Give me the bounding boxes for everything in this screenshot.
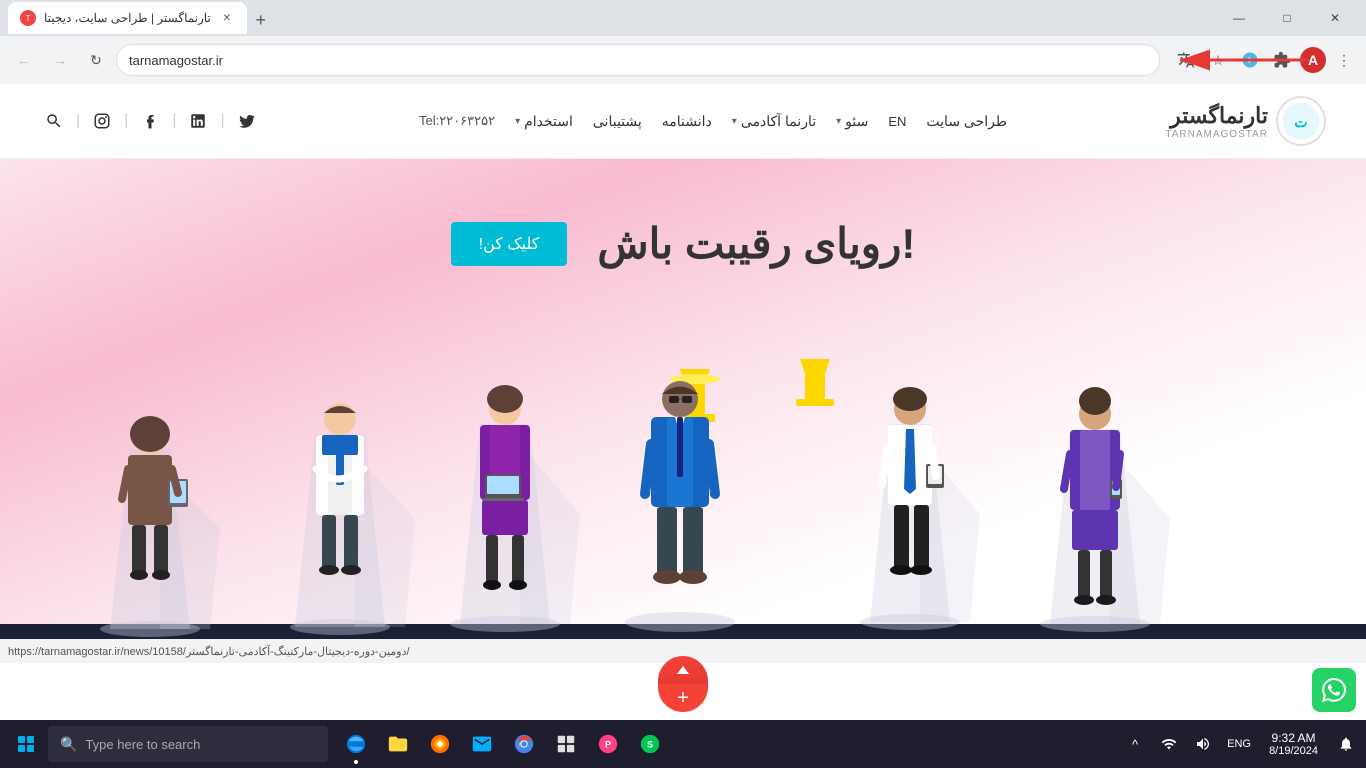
search-icon[interactable] bbox=[40, 107, 68, 135]
nav-item-seo[interactable]: سئو ▾ bbox=[836, 113, 868, 130]
website-content: ت تارنماگستر TARNAMAGOSTAR طراحی سایت EN bbox=[0, 84, 1366, 639]
instagram-icon[interactable] bbox=[88, 107, 116, 135]
browser-window: T تارنماگستر | طراحی سایت، دیجیتا ✕ + — … bbox=[0, 0, 1366, 720]
main-navigation: طراحی سایت EN سئو ▾ تارنما آکادمی ▾ دانش… bbox=[419, 113, 1007, 130]
nav-item-support[interactable]: پشتیبانی bbox=[593, 113, 642, 130]
windows-logo bbox=[18, 736, 34, 752]
volume-icon[interactable] bbox=[1187, 722, 1219, 766]
hero-characters-svg bbox=[0, 359, 1366, 639]
taskbar-app6-icon[interactable] bbox=[546, 722, 586, 766]
taskbar-app7-icon[interactable]: P bbox=[588, 722, 628, 766]
clock-time: 9:32 AM bbox=[1272, 731, 1316, 745]
title-bar: T تارنماگستر | طراحی سایت، دیجیتا ✕ + — … bbox=[0, 0, 1366, 36]
active-tab[interactable]: T تارنماگستر | طراحی سایت، دیجیتا ✕ bbox=[8, 2, 247, 34]
forward-button[interactable]: → bbox=[44, 44, 76, 76]
taskbar-files-icon[interactable] bbox=[378, 722, 418, 766]
address-bar-row: ← → ↻ bbox=[0, 36, 1366, 84]
system-tray: ^ ENG bbox=[1119, 722, 1257, 766]
nav-item-academy[interactable]: تارنما آکادمی ▾ bbox=[732, 113, 816, 130]
social-divider-1: | bbox=[220, 112, 224, 130]
page-wrapper: T تارنماگستر | طراحی سایت، دیجیتا ✕ + — … bbox=[0, 0, 1366, 768]
tab-title: تارنماگستر | طراحی سایت، دیجیتا bbox=[44, 11, 211, 25]
search-placeholder-text: Type here to search bbox=[85, 737, 200, 752]
social-divider-2: | bbox=[172, 112, 176, 130]
taskbar-mail-icon[interactable] bbox=[462, 722, 502, 766]
nav-item-jobs[interactable]: استخدام ▾ bbox=[515, 113, 573, 130]
back-button[interactable]: ← bbox=[8, 44, 40, 76]
logo-text-en: TARNAMAGOSTAR bbox=[1165, 129, 1268, 140]
tab-area: T تارنماگستر | طراحی سایت، دیجیتا ✕ + bbox=[8, 2, 1208, 34]
reload-button[interactable]: ↻ bbox=[80, 44, 112, 76]
clock-date: 8/19/2024 bbox=[1269, 745, 1318, 757]
taskbar-right-area: ^ ENG 9:32 AM 8/19/2024 bbox=[1119, 722, 1362, 766]
logo-text-fa: تارنماگستر bbox=[1165, 103, 1268, 129]
svg-text:ت: ت bbox=[1294, 114, 1307, 130]
hero-cta-button[interactable]: کلیک کن! bbox=[451, 222, 568, 266]
taskbar-chrome-icon[interactable] bbox=[504, 722, 544, 766]
social-divider-3: | bbox=[124, 112, 128, 130]
tab-close-button[interactable]: ✕ bbox=[219, 10, 235, 26]
social-icons: | | | bbox=[40, 107, 261, 135]
language-indicator[interactable]: ENG bbox=[1221, 722, 1257, 766]
address-bar-input[interactable] bbox=[116, 44, 1160, 76]
facebook-icon[interactable] bbox=[136, 107, 164, 135]
close-button[interactable]: ✕ bbox=[1312, 0, 1358, 36]
system-clock[interactable]: 9:32 AM 8/19/2024 bbox=[1261, 722, 1326, 766]
logo-icon: ت bbox=[1276, 96, 1326, 146]
social-divider-4: | bbox=[76, 112, 80, 130]
whatsapp-button[interactable] bbox=[1312, 668, 1356, 712]
hero-tagline: !رویای رقیبت باش bbox=[597, 219, 915, 268]
show-hidden-icons[interactable]: ^ bbox=[1119, 722, 1151, 766]
nav-item-webdesign[interactable]: طراحی سایت bbox=[926, 113, 1007, 130]
notification-button[interactable] bbox=[1330, 722, 1362, 766]
minimize-button[interactable]: — bbox=[1216, 0, 1262, 36]
nav-menu-list: طراحی سایت EN سئو ▾ تارنما آکادمی ▾ دانش… bbox=[419, 113, 1007, 130]
linkedin-icon[interactable] bbox=[184, 107, 212, 135]
windows-taskbar: 🔍 Type here to search bbox=[0, 720, 1366, 768]
network-icon[interactable] bbox=[1153, 722, 1185, 766]
browser-menu-button[interactable]: ⋮ bbox=[1330, 46, 1358, 74]
address-bar-container bbox=[116, 44, 1160, 76]
tab-favicon: T bbox=[20, 10, 36, 26]
seo-dropdown-arrow: ▾ bbox=[836, 116, 841, 127]
window-controls: — □ ✕ bbox=[1216, 0, 1358, 36]
search-icon-taskbar: 🔍 bbox=[60, 736, 77, 753]
site-logo[interactable]: ت تارنماگستر TARNAMAGOSTAR bbox=[1165, 96, 1326, 146]
start-button[interactable] bbox=[4, 722, 48, 766]
jobs-dropdown-arrow: ▾ bbox=[515, 116, 520, 127]
nav-item-encyclopedia[interactable]: دانشنامه bbox=[662, 113, 712, 130]
site-nav: ت تارنماگستر TARNAMAGOSTAR طراحی سایت EN bbox=[0, 84, 1366, 159]
academy-dropdown-arrow: ▾ bbox=[732, 116, 737, 127]
nav-item-en[interactable]: EN bbox=[888, 114, 906, 129]
taskbar-pinned-apps: P S bbox=[336, 722, 670, 766]
taskbar-firefox-icon[interactable] bbox=[420, 722, 460, 766]
svg-text:P: P bbox=[605, 740, 611, 750]
svg-text:S: S bbox=[647, 740, 653, 750]
taskbar-edge-icon[interactable] bbox=[336, 722, 376, 766]
maximize-button[interactable]: □ bbox=[1264, 0, 1310, 36]
hero-section: !رویای رقیبت باش کلیک کن! bbox=[0, 159, 1366, 639]
twitter-icon[interactable] bbox=[233, 107, 261, 135]
nav-tel: Tel:۲۲۰۶۳۲۵۲ bbox=[419, 113, 495, 129]
new-tab-button[interactable]: + bbox=[247, 6, 275, 34]
red-arrow-indicator bbox=[1170, 48, 1320, 72]
scroll-up-button[interactable]: + bbox=[658, 656, 708, 712]
taskbar-search[interactable]: 🔍 Type here to search bbox=[48, 726, 328, 762]
taskbar-app8-icon[interactable]: S bbox=[630, 722, 670, 766]
